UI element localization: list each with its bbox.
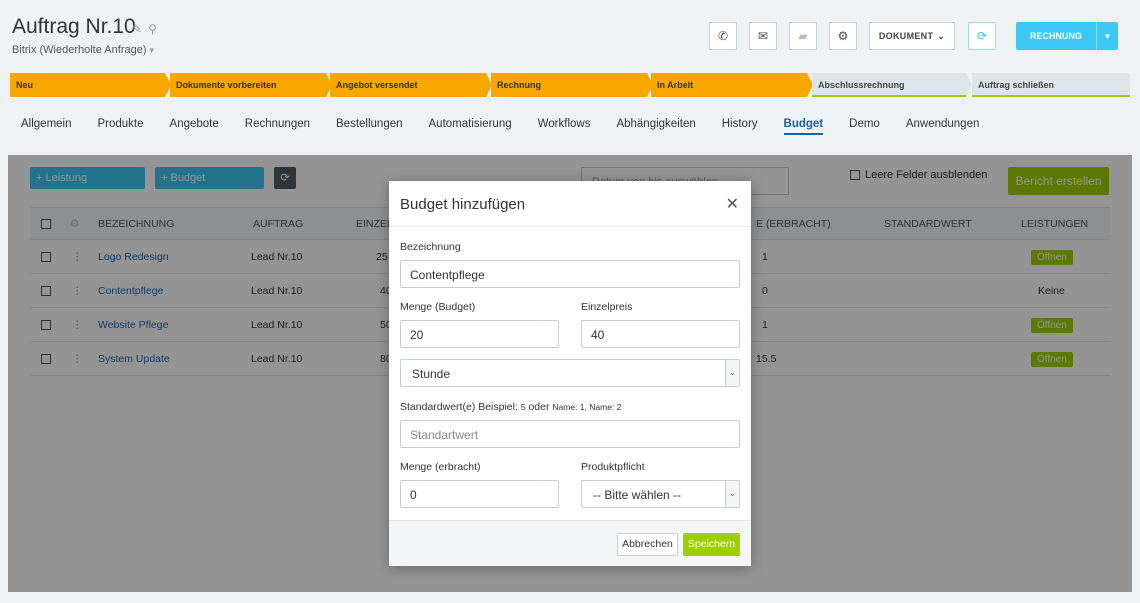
chevron-down-icon: ⌄ (937, 30, 946, 41)
chat-icon: ▰ (798, 29, 808, 43)
subtitle-text: Bitrix (Wiederholte Anfrage) (12, 44, 147, 56)
phone-icon: ✆ (717, 29, 729, 43)
modal-footer: Abbrechen Speichern (389, 520, 751, 566)
cancel-button[interactable]: Abbrechen (617, 533, 678, 556)
tab-allgemein[interactable]: Allgemein (21, 118, 72, 135)
tab-produkte[interactable]: Produkte (98, 118, 144, 135)
select-caret-icon: ⌄ (725, 481, 739, 507)
produktpflicht-label: Produktpflicht (581, 461, 645, 473)
tab-bestellungen[interactable]: Bestellungen (336, 118, 403, 135)
sync-icon: ⟳ (976, 29, 988, 43)
stage-rechnung[interactable]: Rechnung (491, 73, 653, 97)
tab-rechnungen[interactable]: Rechnungen (245, 118, 310, 135)
page-title: Auftrag Nr.10 (12, 15, 136, 38)
tab-angebote[interactable]: Angebote (170, 118, 219, 135)
select-caret-icon: ⌄ (725, 360, 739, 386)
phone-button[interactable]: ✆ (709, 22, 737, 50)
einzelpreis-label: Einzelpreis (581, 301, 633, 313)
stage-auftrag-schliessen[interactable]: Auftrag schließen (972, 73, 1130, 97)
bezeichnung-label: Bezeichnung (400, 241, 461, 253)
standardwert-label: Standardwert(e) Beispiel: 5 oder Name: 1… (400, 401, 622, 413)
close-icon[interactable]: ✕ (726, 194, 739, 214)
rechnung-dropdown-icon[interactable]: ▼ (1096, 22, 1118, 50)
tab-history[interactable]: History (722, 118, 758, 135)
menge-erbracht-label: Menge (erbracht) (400, 461, 481, 473)
rechnung-label: RECHNUNG (1029, 31, 1082, 41)
menge-label: Menge (Budget) (400, 301, 476, 313)
stage-in-arbeit[interactable]: In Arbeit (651, 73, 813, 97)
produktpflicht-select[interactable]: -- Bitte wählen -- ⌄ (581, 480, 740, 508)
dokument-button[interactable]: DOKUMENT ⌄ (869, 22, 955, 50)
edit-pencil-icon[interactable]: ✎ (132, 22, 142, 36)
chevron-down-icon: ▾ (149, 45, 155, 55)
einzelpreis-field[interactable]: 40 (581, 320, 740, 348)
mail-icon: ✉ (757, 29, 769, 43)
subtitle-dropdown[interactable]: Bitrix (Wiederholte Anfrage) ▾ (12, 44, 154, 56)
tab-demo[interactable]: Demo (849, 118, 880, 135)
standardwert-field[interactable]: Standartwert (400, 420, 740, 448)
stage-angebot-versendet[interactable]: Angebot versendet (330, 73, 492, 97)
tab-automatisierung[interactable]: Automatisierung (429, 118, 512, 135)
stage-abschlussrechnung[interactable]: Abschlussrechnung (812, 73, 972, 97)
einheit-select[interactable]: Stunde ⌄ (400, 359, 740, 387)
menge-erbracht-field[interactable]: 0 (400, 480, 559, 508)
budget-modal: Budget hinzufügen ✕ Bezeichnung Contentp… (389, 181, 751, 566)
tab-anwendungen[interactable]: Anwendungen (906, 118, 980, 135)
modal-title: Budget hinzufügen (400, 196, 526, 213)
produktpflicht-value: -- Bitte wählen -- (593, 488, 682, 502)
email-button[interactable]: ✉ (749, 22, 777, 50)
chat-button[interactable]: ▰ (789, 22, 817, 50)
tab-bar: Allgemein Produkte Angebote Rechnungen B… (21, 118, 1005, 135)
tab-budget[interactable]: Budget (783, 118, 824, 135)
tab-workflows[interactable]: Workflows (538, 118, 591, 135)
einheit-value: Stunde (412, 367, 451, 381)
stage-dokumente-vorbereiten[interactable]: Dokumente vorbereiten (170, 73, 332, 97)
settings-button[interactable]: ⚙ (829, 22, 857, 50)
gear-icon: ⚙ (837, 29, 849, 43)
stage-bar: Neu Dokumente vorbereiten Angebot versen… (10, 73, 1130, 97)
stage-neu[interactable]: Neu (10, 73, 171, 97)
tab-abhaengigkeiten[interactable]: Abhängigkeiten (616, 118, 695, 135)
menge-field[interactable]: 20 (400, 320, 559, 348)
page-header: Auftrag Nr.10 ✎ ⚲ Bitrix (Wiederholte Anf… (0, 0, 1140, 120)
bezeichnung-field[interactable]: Contentpflege (400, 260, 740, 288)
sync-button[interactable]: ⟳ (968, 22, 996, 50)
link-icon[interactable]: ⚲ (148, 22, 157, 36)
save-button[interactable]: Speichern (683, 533, 740, 556)
dokument-label: DOKUMENT (878, 31, 934, 41)
rechnung-button[interactable]: RECHNUNG ▼ (1016, 22, 1118, 50)
